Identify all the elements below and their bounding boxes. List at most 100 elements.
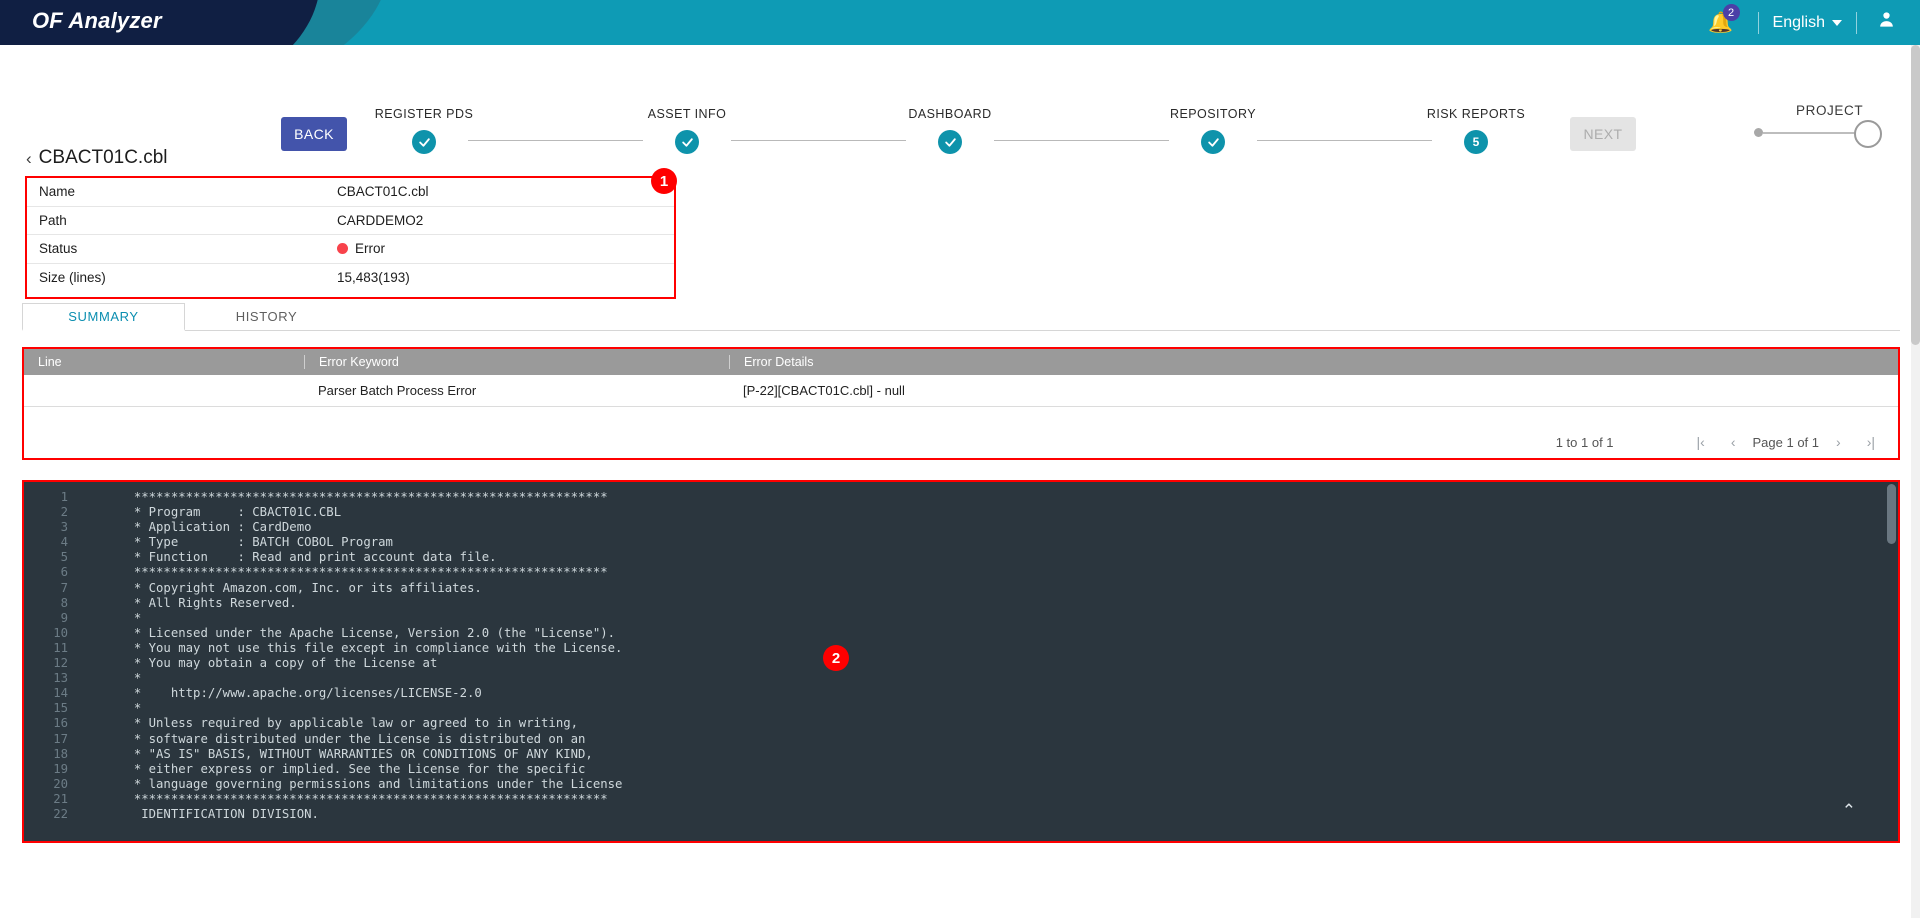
column-header-error-keyword: Error Keyword xyxy=(304,355,729,369)
project-toggle[interactable]: PROJECT xyxy=(1754,103,1904,149)
code-line: 10 * Licensed under the Apache License, … xyxy=(24,626,1898,641)
back-button[interactable]: BACK xyxy=(281,117,347,151)
code-line-number: 4 xyxy=(60,535,68,550)
cell-error-keyword: Parser Batch Process Error xyxy=(318,383,477,398)
chevron-up-icon[interactable]: ⌃ xyxy=(1842,801,1856,821)
code-line-text: * xyxy=(82,610,142,625)
step-connector xyxy=(731,140,906,141)
source-code-lines: 1 **************************************… xyxy=(24,482,1898,841)
workflow-stepper-bar: BACK NEXT REGISTER PDS ASSET INFO DASHBO… xyxy=(0,45,1920,154)
code-line-text: ****************************************… xyxy=(82,791,608,806)
annotation-badge-1: 1 xyxy=(651,168,677,194)
code-line-text: * xyxy=(82,671,142,686)
code-line-text: * language governing permissions and lim… xyxy=(82,776,623,791)
code-line: 1 **************************************… xyxy=(24,490,1898,505)
error-table-header: Line Error Keyword Error Details xyxy=(24,349,1898,375)
info-row-name: Name CBACT01C.cbl xyxy=(27,178,674,207)
status-badge: Error xyxy=(337,241,385,256)
header-actions: 🔔 2 English xyxy=(1698,0,1906,45)
step-label: DASHBOARD xyxy=(908,107,992,121)
info-value: CARDDEMO2 xyxy=(337,212,424,228)
workflow-steps: REGISTER PDS ASSET INFO DASHBOARD REPOSI… xyxy=(375,107,1525,159)
code-line: 20 * language governing permissions and … xyxy=(24,777,1898,792)
step-connector xyxy=(1257,140,1432,141)
step-status-check-icon xyxy=(1201,130,1225,154)
code-line: 16 * Unless required by applicable law o… xyxy=(24,716,1898,731)
code-line-text: IDENTIFICATION DIVISION. xyxy=(82,806,319,821)
code-line: 17 * software distributed under the Lice… xyxy=(24,732,1898,747)
next-page-button[interactable]: › xyxy=(1823,434,1854,450)
code-line-text: * Application : CardDemo xyxy=(82,520,312,535)
language-selector[interactable]: English xyxy=(1773,14,1842,32)
tab-history[interactable]: HISTORY xyxy=(185,302,348,330)
status-label: Error xyxy=(355,241,385,257)
detail-tabs: SUMMARY HISTORY xyxy=(22,302,1900,331)
next-button: NEXT xyxy=(1570,117,1636,151)
info-value: CBACT01C.cbl xyxy=(337,184,429,200)
back-chevron-icon[interactable]: ‹ xyxy=(26,150,32,167)
code-line: 5 * Function : Read and print account da… xyxy=(24,550,1898,565)
code-line-number: 5 xyxy=(60,550,68,565)
last-page-button[interactable]: ›| xyxy=(1854,434,1888,450)
table-row[interactable]: Parser Batch Process Error [P-22][CBACT0… xyxy=(24,375,1898,407)
info-key: Status xyxy=(39,241,78,257)
code-line-number: 3 xyxy=(60,520,68,535)
code-line: 15 * xyxy=(24,701,1898,716)
code-line-number: 13 xyxy=(53,671,68,686)
code-line-text: * software distributed under the License… xyxy=(82,731,586,746)
first-page-button[interactable]: |‹ xyxy=(1684,434,1718,450)
code-line: 14 * http://www.apache.org/licenses/LICE… xyxy=(24,686,1898,701)
code-line-number: 22 xyxy=(53,806,68,821)
step-dashboard[interactable]: DASHBOARD xyxy=(906,107,994,154)
notification-count-badge: 2 xyxy=(1722,4,1740,21)
header-navy-curve-shape xyxy=(150,0,320,45)
code-line-number: 18 xyxy=(53,746,68,761)
code-line-text: * Unless required by applicable law or a… xyxy=(82,716,579,731)
step-label: REPOSITORY xyxy=(1169,107,1256,121)
code-line-number: 14 xyxy=(53,686,68,701)
code-line-text: * Program : CBACT01C.CBL xyxy=(82,505,342,520)
source-code-viewer[interactable]: 1 **************************************… xyxy=(22,480,1900,843)
code-line-text: * Type : BATCH COBOL Program xyxy=(82,535,393,550)
tab-summary[interactable]: SUMMARY xyxy=(22,303,185,331)
step-label: RISK REPORTS xyxy=(1426,107,1526,121)
code-line-number: 17 xyxy=(53,731,68,746)
pagination: 1 to 1 of 1 |‹ ‹ Page 1 of 1 › ›| xyxy=(1556,434,1888,450)
code-line: 19 * either express or implied. See the … xyxy=(24,762,1898,777)
code-line-number: 15 xyxy=(53,701,68,716)
page-scrollbar-thumb[interactable] xyxy=(1911,45,1920,345)
info-value: 15,483(193) xyxy=(337,270,410,286)
step-risk-reports[interactable]: RISK REPORTS 5 xyxy=(1427,107,1525,154)
step-connector xyxy=(994,140,1169,141)
prev-page-button[interactable]: ‹ xyxy=(1718,434,1749,450)
code-line-number: 19 xyxy=(53,761,68,776)
column-header-line: Line xyxy=(38,355,62,369)
code-line-text: * Copyright Amazon.com, Inc. or its affi… xyxy=(82,580,482,595)
info-row-size: Size (lines) 15,483(193) xyxy=(27,264,674,293)
step-asset-info[interactable]: ASSET INFO xyxy=(643,107,731,154)
step-repository[interactable]: REPOSITORY xyxy=(1169,107,1257,154)
project-toggle-label: PROJECT xyxy=(1796,103,1864,118)
error-table: Line Error Keyword Error Details Parser … xyxy=(22,347,1900,460)
step-register-pds[interactable]: REGISTER PDS xyxy=(375,107,473,154)
language-label: English xyxy=(1772,13,1825,31)
code-line-number: 9 xyxy=(60,610,68,625)
page-scrollbar[interactable] xyxy=(1911,45,1920,918)
code-line-text: * either express or implied. See the Lic… xyxy=(82,761,586,776)
code-line: 2 * Program : CBACT01C.CBL xyxy=(24,505,1898,520)
app-header: OF Analyzer 🔔 2 English xyxy=(0,0,1920,45)
code-line-number: 21 xyxy=(53,791,68,806)
project-toggle-knob[interactable] xyxy=(1854,120,1882,148)
notifications-button[interactable]: 🔔 2 xyxy=(1698,0,1744,45)
user-account-button[interactable] xyxy=(1871,10,1906,35)
app-logo: OF Analyzer xyxy=(32,8,162,33)
step-number-badge: 5 xyxy=(1464,130,1488,154)
code-line-number: 12 xyxy=(53,656,68,671)
code-line: 18 * "AS IS" BASIS, WITHOUT WARRANTIES O… xyxy=(24,747,1898,762)
code-line: 6 **************************************… xyxy=(24,565,1898,580)
code-scrollbar-thumb[interactable] xyxy=(1887,484,1896,544)
code-line: 7 * Copyright Amazon.com, Inc. or its af… xyxy=(24,581,1898,596)
code-line-text: * http://www.apache.org/licenses/LICENSE… xyxy=(82,686,482,701)
code-line-text: * All Rights Reserved. xyxy=(82,595,297,610)
info-key: Name xyxy=(39,184,76,200)
